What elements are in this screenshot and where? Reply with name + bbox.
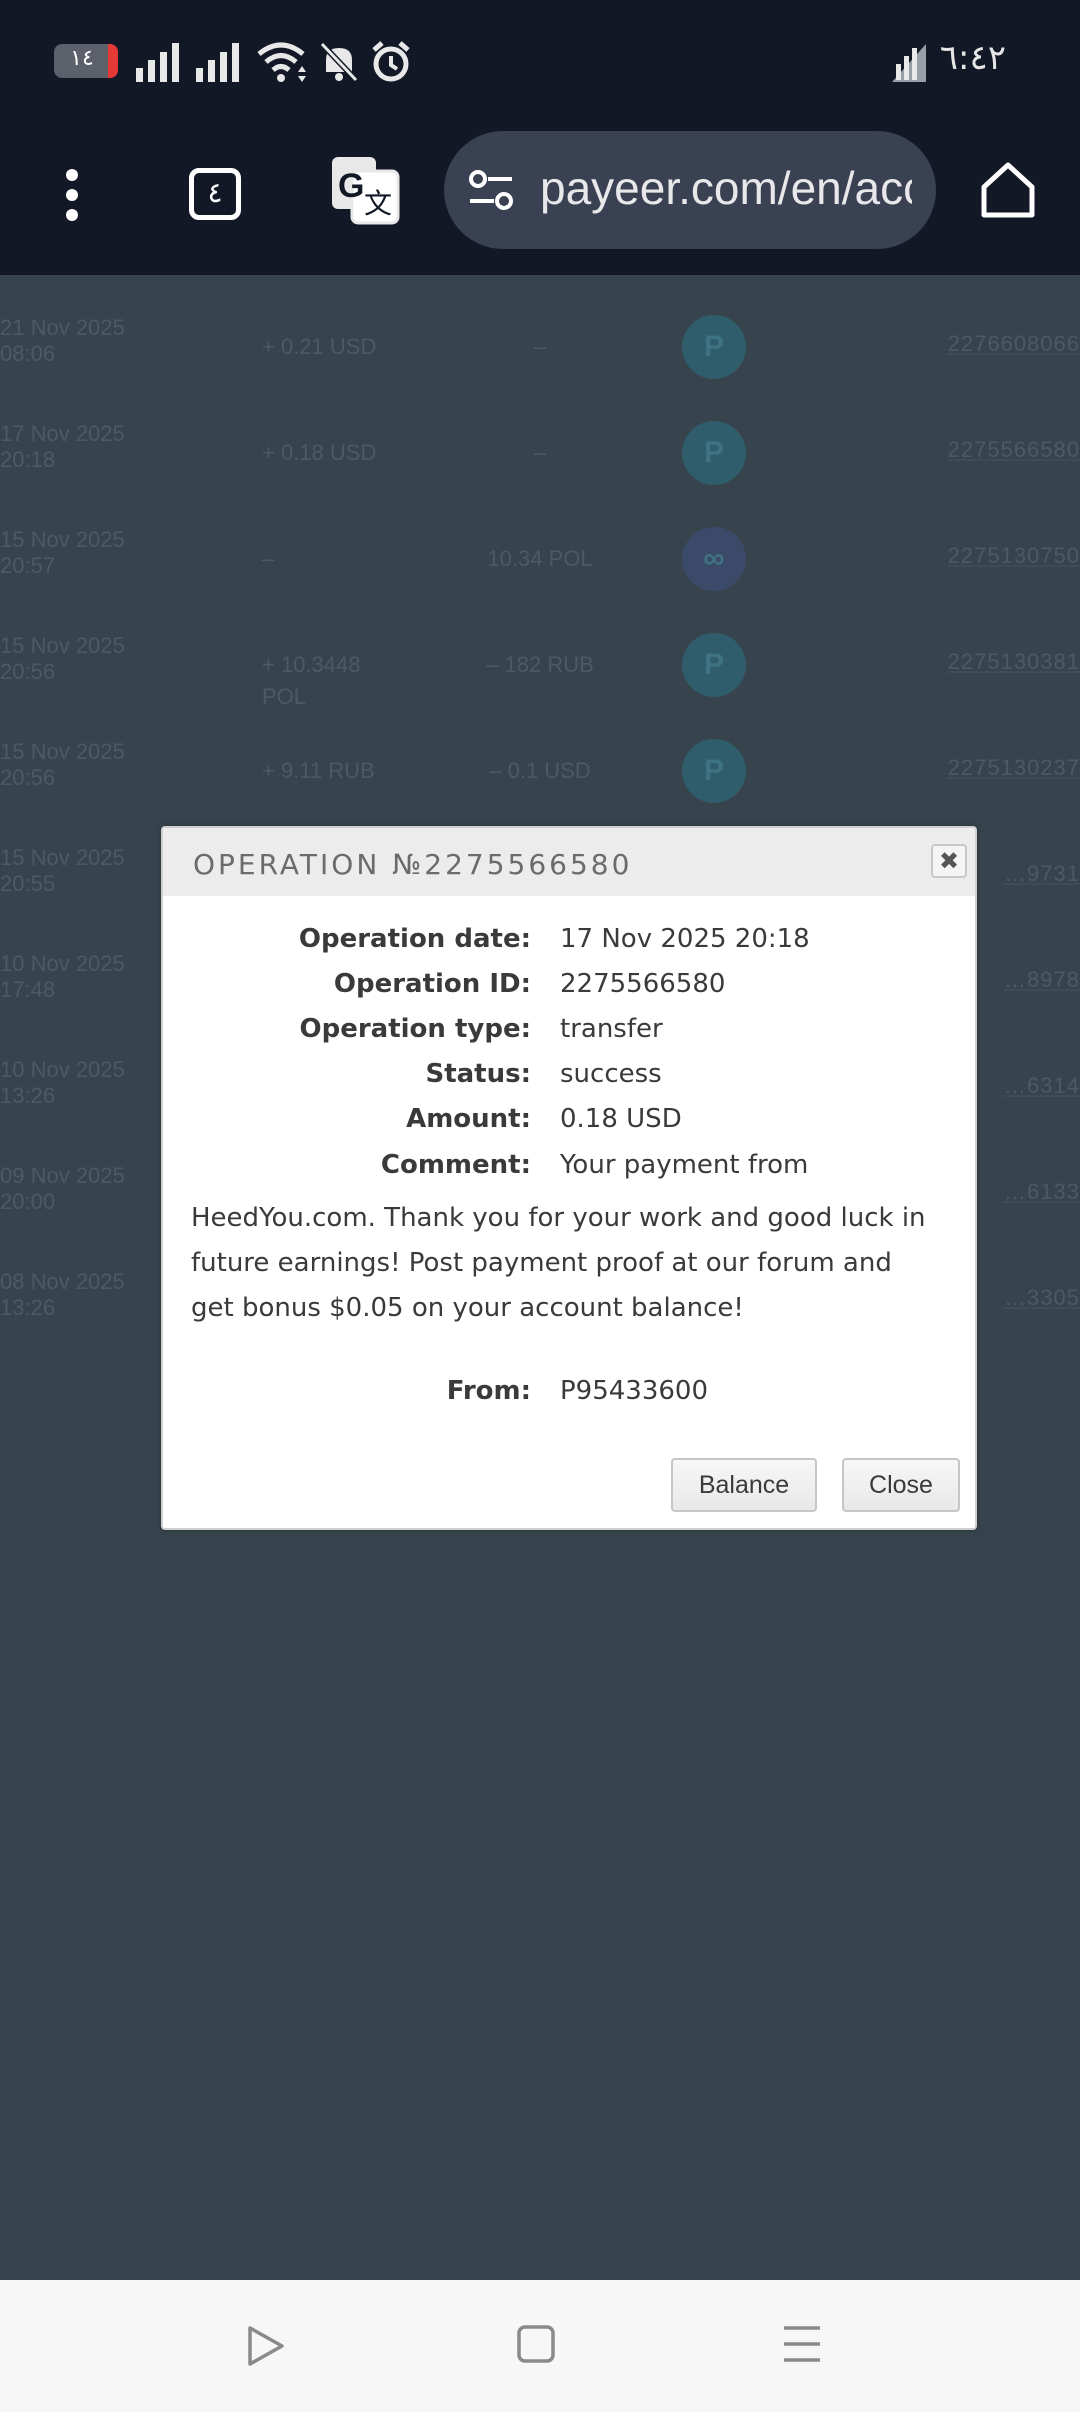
from-value: P95433600 — [560, 1376, 709, 1406]
back-icon[interactable] — [244, 2324, 288, 2368]
close-button[interactable]: Close — [842, 1458, 960, 1512]
tabs-icon[interactable]: ٤ — [189, 168, 241, 220]
alarm-icon — [372, 41, 410, 82]
amount-row: Amount: 0.18 USD — [163, 1104, 975, 1149]
operation-id-row: Operation ID: 2275566580 — [163, 969, 975, 1014]
operation-type-row: Operation type: transfer — [163, 1014, 975, 1059]
battery-level: ١٤ — [70, 46, 94, 71]
operation-id-value: 2275566580 — [560, 969, 726, 999]
payeer-logo-icon: P — [682, 633, 746, 697]
battery-indicator: ١٤ — [54, 44, 118, 78]
operation-link[interactable]: 2275130750 — [948, 543, 1080, 569]
status-bar: ١٤ ٦:٤٢ — [0, 0, 1080, 125]
operation-date-value: 17 Nov 2025 20:18 — [560, 924, 810, 954]
more-vert-icon[interactable] — [54, 165, 90, 225]
operation-link[interactable]: 2275566580 — [948, 437, 1080, 463]
operation-link[interactable]: …6133 — [1004, 1179, 1080, 1205]
operation-type-value: transfer — [560, 1014, 663, 1044]
operation-link[interactable]: 2275130237 — [948, 755, 1080, 781]
polygon-logo-icon: ∞ — [682, 527, 746, 591]
operation-link[interactable]: …8978 — [1004, 967, 1080, 993]
operation-link[interactable]: …9731 — [1004, 861, 1080, 887]
close-icon[interactable]: ✖ — [931, 844, 967, 878]
amount-value: 0.18 USD — [560, 1104, 682, 1134]
network-icon — [892, 44, 926, 82]
site-settings-icon[interactable] — [468, 169, 514, 211]
clock: ٦:٤٢ — [939, 38, 1006, 78]
operation-link[interactable]: 2276608066 — [948, 331, 1080, 357]
table-row: 15 Nov 2025 20:56 + 10.3448 POL – 182 RUB… — [0, 633, 1080, 709]
browser-toolbar: ٤ G 文 payeer.com/en/account/history — [0, 125, 1080, 275]
recents-icon[interactable] — [782, 2324, 822, 2364]
status-value: success — [560, 1059, 662, 1089]
comment-text: HeedYou.com. Thank you for your work and… — [191, 1203, 926, 1323]
comment-label: Comment: — [380, 1150, 531, 1180]
amount-label: Amount: — [406, 1104, 531, 1134]
payeer-logo-icon: P — [682, 739, 746, 803]
system-nav-bar — [0, 2280, 1080, 2412]
table-row: 17 Nov 2025 20:18 + 0.18 USD – P 22755665… — [0, 381, 1080, 487]
operation-link[interactable]: 2275130381 — [948, 649, 1080, 675]
url-text[interactable]: payeer.com/en/account/history — [540, 161, 912, 215]
wifi-icon — [257, 42, 306, 82]
table-row: 21 Nov 2025 08:06 + 0.21 USD – P 22766080… — [0, 275, 1080, 381]
operation-date-row: Operation date: 17 Nov 2025 20:18 — [163, 924, 975, 969]
signal-icon — [136, 43, 179, 82]
home-icon[interactable] — [980, 161, 1036, 219]
table-row: 15 Nov 2025 20:57 – 10.34 POL ∞ 227513075… — [0, 487, 1080, 593]
operation-link[interactable]: …6314 — [1004, 1073, 1080, 1099]
payeer-logo-icon: P — [682, 421, 746, 485]
bell-off-icon — [319, 41, 359, 83]
balance-button[interactable]: Balance — [671, 1458, 817, 1512]
operation-type-label: Operation type: — [299, 1014, 532, 1044]
operation-date-label: Operation date: — [298, 924, 531, 954]
from-label: From: — [446, 1376, 531, 1406]
from-row: From: P95433600 — [163, 1376, 975, 1421]
svg-text:G: G — [338, 167, 364, 205]
signal-icon — [196, 43, 239, 82]
status-row: Status: success — [163, 1059, 975, 1104]
operation-dialog: OPERATION №2275566580 ✖ Operation date: … — [161, 826, 977, 1530]
translate-icon[interactable]: G 文 — [330, 155, 400, 225]
dialog-title: OPERATION №2275566580 — [193, 848, 633, 881]
dialog-header: OPERATION №2275566580 ✖ — [163, 828, 975, 896]
svg-text:文: 文 — [364, 187, 392, 220]
address-bar[interactable]: payeer.com/en/account/history — [444, 131, 936, 249]
operation-link[interactable]: …3305 — [1004, 1285, 1080, 1311]
payeer-logo-icon: P — [682, 315, 746, 379]
comment-row: Comment: Your payment from — [163, 1150, 975, 1195]
table-row: 15 Nov 2025 20:56 + 9.11 RUB – 0.1 USD P … — [0, 699, 1080, 805]
home-square-icon[interactable] — [516, 2324, 556, 2364]
status-label: Status: — [425, 1059, 531, 1089]
comment-value: Your payment from — [560, 1150, 809, 1180]
operation-id-label: Operation ID: — [333, 969, 531, 999]
